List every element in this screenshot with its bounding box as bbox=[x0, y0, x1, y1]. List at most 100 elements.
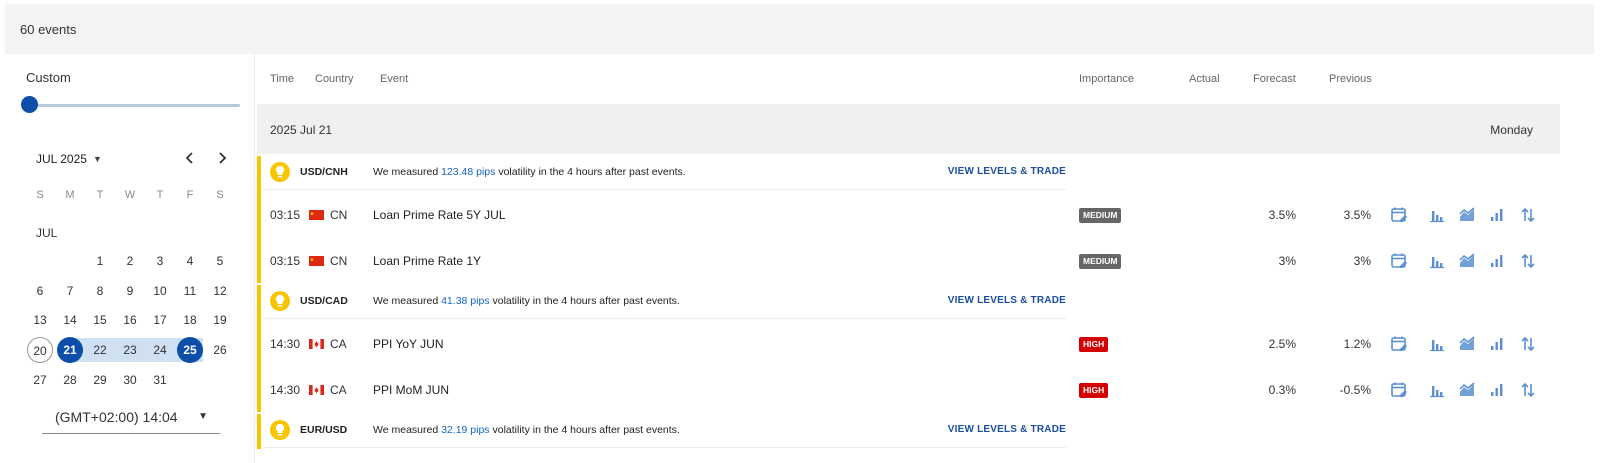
range-slider-thumb[interactable] bbox=[21, 96, 38, 113]
prev-month-button[interactable] bbox=[181, 149, 199, 167]
weekday-header: T bbox=[156, 189, 164, 201]
event-name[interactable]: Loan Prime Rate 5Y JUL bbox=[373, 208, 506, 222]
calendar-month-tag: JUL bbox=[36, 226, 58, 240]
signal-bars-icon[interactable] bbox=[1488, 206, 1506, 224]
event-previous: 3% bbox=[1353, 254, 1371, 268]
column-importance[interactable]: Importance bbox=[1079, 73, 1134, 85]
calendar-day[interactable]: 1 bbox=[87, 248, 113, 274]
calendar-day[interactable]: 11 bbox=[177, 278, 203, 304]
month-selector[interactable]: JUL 2025 ▼ bbox=[36, 152, 102, 166]
event-country: CN bbox=[330, 208, 348, 222]
calendar-day[interactable]: 17 bbox=[147, 307, 173, 333]
calendar-day[interactable]: 25 bbox=[177, 337, 203, 363]
volatility-row: USD/CNH We measured 123.48 pips volatili… bbox=[263, 154, 1066, 190]
calendar-day[interactable]: 6 bbox=[27, 278, 53, 304]
currency-pair[interactable]: EUR/USD bbox=[300, 424, 347, 436]
calendar-day[interactable]: 16 bbox=[117, 307, 143, 333]
sort-arrows-icon[interactable] bbox=[1519, 206, 1537, 224]
volatility-row: USD/CAD We measured 41.38 pips volatilit… bbox=[263, 283, 1066, 319]
column-event[interactable]: Event bbox=[380, 73, 408, 85]
calendar-day[interactable]: 5 bbox=[207, 248, 233, 274]
calendar-day[interactable]: 12 bbox=[207, 278, 233, 304]
bar-chart-icon[interactable] bbox=[1428, 252, 1446, 270]
calendar-day[interactable]: 7 bbox=[57, 278, 83, 304]
area-chart-icon[interactable] bbox=[1458, 381, 1476, 399]
timezone-select[interactable]: (GMT+02:00) 14:04 ▼ bbox=[42, 406, 220, 434]
calendar-edit-icon[interactable] bbox=[1390, 206, 1408, 224]
calendar-day[interactable]: 15 bbox=[87, 307, 113, 333]
column-actual[interactable]: Actual bbox=[1189, 73, 1220, 85]
volatility-group-bar bbox=[257, 156, 261, 283]
area-chart-icon[interactable] bbox=[1458, 335, 1476, 353]
event-row[interactable]: 03:15 CN Loan Prime Rate 1Y MEDIUM 3% 3% bbox=[257, 239, 1560, 285]
flag-ca-icon bbox=[309, 338, 324, 349]
pips-value: 32.19 pips bbox=[441, 424, 490, 436]
currency-pair[interactable]: USD/CNH bbox=[300, 166, 348, 178]
view-levels-trade-link[interactable]: VIEW LEVELS & TRADE bbox=[948, 424, 1066, 435]
calendar-day[interactable]: 9 bbox=[117, 278, 143, 304]
calendar-day[interactable]: 19 bbox=[207, 307, 233, 333]
calendar-day[interactable]: 8 bbox=[87, 278, 113, 304]
event-row[interactable]: 03:15 CN Loan Prime Rate 5Y JUL MEDIUM 3… bbox=[257, 193, 1560, 239]
event-row[interactable]: 14:30 CA PPI MoM JUN HIGH 0.3% -0.5% bbox=[257, 368, 1560, 414]
range-slider-track[interactable] bbox=[28, 104, 240, 107]
event-name[interactable]: PPI YoY JUN bbox=[373, 337, 444, 351]
chevron-right-icon bbox=[219, 152, 227, 164]
event-forecast: 3% bbox=[1278, 254, 1296, 268]
calendar-day[interactable]: 24 bbox=[147, 337, 173, 363]
event-row[interactable]: 14:30 CA PPI YoY JUN HIGH 2.5% 1.2% bbox=[257, 322, 1560, 368]
bar-chart-icon[interactable] bbox=[1428, 335, 1446, 353]
sort-arrows-icon[interactable] bbox=[1519, 252, 1537, 270]
weekday-header: W bbox=[124, 189, 136, 201]
column-forecast[interactable]: Forecast bbox=[1253, 73, 1296, 85]
signal-bars-icon[interactable] bbox=[1488, 252, 1506, 270]
area-chart-icon[interactable] bbox=[1458, 252, 1476, 270]
calendar-day[interactable]: 2 bbox=[117, 248, 143, 274]
calendar-day[interactable]: 27 bbox=[27, 367, 53, 393]
calendar-edit-icon[interactable] bbox=[1390, 381, 1408, 399]
volatility-prefix: We measured bbox=[373, 166, 439, 178]
column-country[interactable]: Country bbox=[315, 73, 354, 85]
calendar-day[interactable]: 26 bbox=[207, 337, 233, 363]
signal-bars-icon[interactable] bbox=[1488, 335, 1506, 353]
event-name[interactable]: Loan Prime Rate 1Y bbox=[373, 254, 481, 268]
calendar-edit-icon[interactable] bbox=[1390, 252, 1408, 270]
signal-bars-icon[interactable] bbox=[1488, 381, 1506, 399]
calendar-edit-icon[interactable] bbox=[1390, 335, 1408, 353]
calendar-day[interactable]: 23 bbox=[117, 337, 143, 363]
pips-value: 123.48 pips bbox=[441, 166, 496, 178]
calendar-day[interactable]: 4 bbox=[177, 248, 203, 274]
event-time: 14:30 bbox=[270, 337, 301, 351]
column-previous[interactable]: Previous bbox=[1329, 73, 1372, 85]
group-weekday: Monday bbox=[1490, 123, 1533, 137]
volatility-row: EUR/USD We measured 32.19 pips volatilit… bbox=[263, 412, 1066, 448]
currency-pair[interactable]: USD/CAD bbox=[300, 295, 348, 307]
volatility-suffix: volatility in the 4 hours after past eve… bbox=[492, 424, 680, 436]
calendar-day[interactable]: 18 bbox=[177, 307, 203, 333]
bar-chart-icon[interactable] bbox=[1428, 206, 1446, 224]
calendar-day[interactable]: 31 bbox=[147, 367, 173, 393]
sort-arrows-icon[interactable] bbox=[1519, 381, 1537, 399]
calendar-day[interactable]: 3 bbox=[147, 248, 173, 274]
filter-panel: Custom JUL 2025 ▼ SMTWTFS JUL 1234567891… bbox=[5, 54, 255, 463]
column-time[interactable]: Time bbox=[270, 73, 294, 85]
calendar-day[interactable]: 30 bbox=[117, 367, 143, 393]
view-levels-trade-link[interactable]: VIEW LEVELS & TRADE bbox=[948, 295, 1066, 306]
calendar-day[interactable]: 20 bbox=[27, 337, 53, 363]
calendar-day[interactable]: 21 bbox=[57, 337, 83, 363]
event-name[interactable]: PPI MoM JUN bbox=[373, 383, 449, 397]
calendar-day[interactable]: 22 bbox=[87, 337, 113, 363]
calendar-day[interactable]: 14 bbox=[57, 307, 83, 333]
view-levels-trade-link[interactable]: VIEW LEVELS & TRADE bbox=[948, 166, 1066, 177]
importance-badge: HIGH bbox=[1079, 383, 1109, 398]
bar-chart-icon[interactable] bbox=[1428, 381, 1446, 399]
calendar-day[interactable]: 28 bbox=[57, 367, 83, 393]
calendar-day[interactable]: 29 bbox=[87, 367, 113, 393]
next-month-button[interactable] bbox=[213, 149, 231, 167]
area-chart-icon[interactable] bbox=[1458, 206, 1476, 224]
lightbulb-icon bbox=[270, 291, 290, 311]
sort-arrows-icon[interactable] bbox=[1519, 335, 1537, 353]
calendar-day[interactable]: 13 bbox=[27, 307, 53, 333]
calendar-day[interactable]: 10 bbox=[147, 278, 173, 304]
flag-ca-icon bbox=[309, 384, 324, 395]
